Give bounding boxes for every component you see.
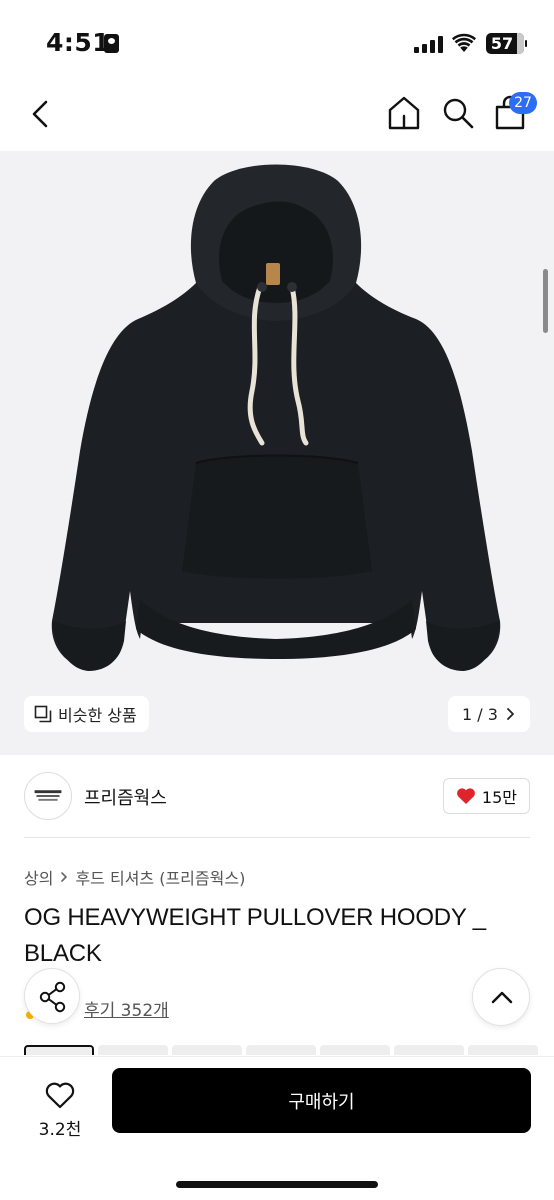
breadcrumb: 상의 후드 티셔츠 (프리즘웍스) (24, 865, 245, 889)
divider (24, 837, 530, 838)
similar-products-label: 비슷한 상품 (58, 706, 137, 725)
breadcrumb-subcategory[interactable]: 후드 티셔츠 (프리즘웍스) (75, 865, 245, 889)
share-icon (39, 981, 66, 1013)
wishlist-count: 3.2천 (38, 1120, 82, 1140)
home-icon[interactable] (386, 94, 422, 132)
home-indicator (176, 1181, 378, 1188)
product-title: OG HEAVYWEIGHT PULLOVER HOODY _ BLACK (24, 904, 486, 967)
thumbnail[interactable] (98, 1045, 168, 1055)
brand-name[interactable]: 프리즘웍스 (84, 784, 167, 810)
product-image (51, 164, 501, 671)
share-button[interactable] (24, 968, 80, 1024)
brand-like-count: 15만 (481, 788, 517, 807)
page-counter-label: 1 / 3 (462, 704, 498, 724)
chevron-right-icon (507, 708, 514, 720)
wifi-icon (452, 33, 476, 52)
cart-count-badge: 27 (509, 92, 537, 114)
thumbnail[interactable] (246, 1045, 316, 1055)
chevron-up-icon (491, 991, 513, 1004)
image-page-counter[interactable]: 1 / 3 (448, 696, 530, 732)
signal-icon (414, 36, 444, 53)
similar-products-button[interactable]: 비슷한 상품 (24, 696, 149, 732)
brand-logo[interactable] (24, 772, 72, 820)
heart-icon (45, 1082, 75, 1109)
bottom-action-bar: 3.2천 구매하기 (0, 1056, 554, 1200)
copy-icon (34, 705, 52, 723)
thumbnail[interactable] (394, 1045, 464, 1055)
heart-icon (457, 788, 475, 804)
breadcrumb-category[interactable]: 상의 (24, 865, 53, 889)
nav-bar: 27 (0, 84, 554, 150)
brand-row: 프리즘웍스 15만 (24, 772, 530, 820)
battery-icon: 57 (486, 33, 527, 54)
wishlist-button[interactable]: 3.2천 (24, 1069, 96, 1141)
scroll-to-top-button[interactable] (472, 968, 530, 1026)
brand-like-button[interactable]: 15만 (442, 778, 530, 814)
chevron-right-icon (61, 872, 68, 882)
review-count-link[interactable]: 후기 352개 (84, 996, 169, 1021)
thumbnail[interactable] (320, 1045, 390, 1055)
buy-button[interactable]: 구매하기 (112, 1068, 531, 1133)
scroll-indicator (543, 269, 548, 333)
battery-level: 57 (490, 34, 514, 53)
thumbnail[interactable] (172, 1045, 242, 1055)
thumbnail-strip (24, 1045, 554, 1055)
thumbnail[interactable] (468, 1045, 538, 1055)
status-time: 4:51 (46, 28, 111, 57)
thumbnail[interactable] (24, 1045, 94, 1055)
product-gallery[interactable]: 비슷한 상품 1 / 3 (0, 151, 554, 755)
status-bar: 4:51 57 (0, 0, 554, 84)
search-icon[interactable] (440, 94, 476, 132)
id-card-icon (104, 34, 119, 53)
back-icon[interactable] (26, 96, 58, 132)
